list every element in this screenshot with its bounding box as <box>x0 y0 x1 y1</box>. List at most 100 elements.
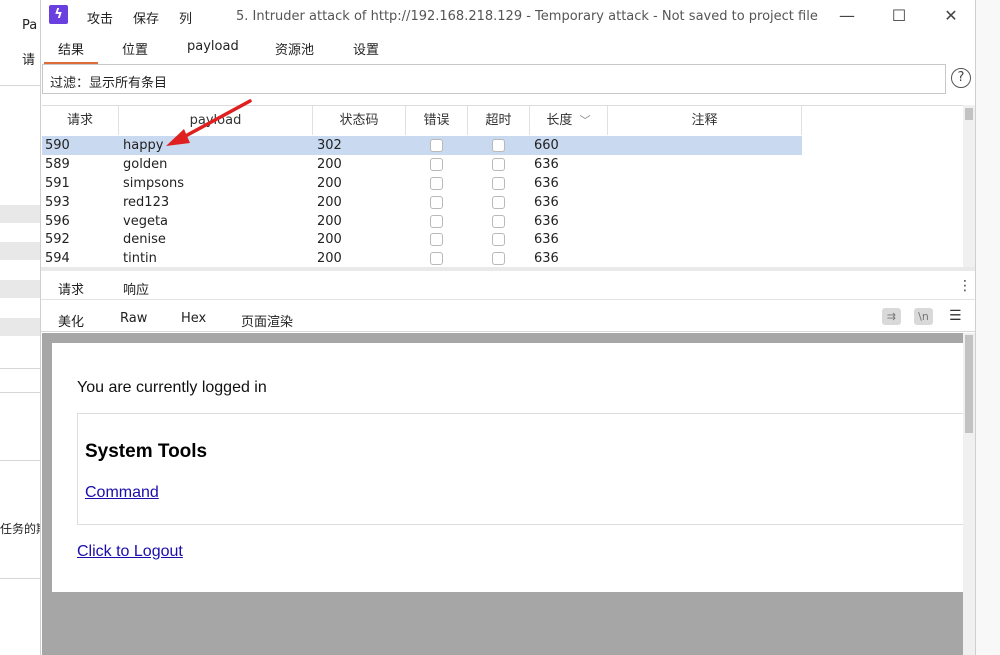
render-scrollbar[interactable] <box>963 333 975 655</box>
intruder-attack-window: ϟ 攻击 保存 列 5. Intruder attack of http://1… <box>40 0 976 655</box>
timeout-checkbox[interactable] <box>492 139 505 152</box>
scrollbar-thumb[interactable] <box>965 108 973 120</box>
command-link[interactable]: Command <box>85 484 159 502</box>
background-app: Pa 请 任务的期 <box>0 0 48 655</box>
system-tools-box: System Tools Command <box>77 413 963 525</box>
error-checkbox[interactable] <box>430 252 443 266</box>
cell-length: 636 <box>534 251 559 267</box>
table-row[interactable]: 594 tintin 200 636 <box>42 249 964 268</box>
error-checkbox[interactable] <box>430 214 443 228</box>
show-newlines-icon[interactable]: \n <box>914 308 933 325</box>
cell-status: 200 <box>317 156 342 172</box>
more-options-icon[interactable]: ⋮ <box>958 278 972 294</box>
background-text: Pa <box>22 18 38 33</box>
column-header-request[interactable]: 请求 <box>42 106 119 135</box>
background-row <box>0 205 40 223</box>
error-checkbox[interactable] <box>430 233 443 247</box>
background-app-right <box>976 0 1000 655</box>
column-header-error[interactable]: 错误 <box>406 106 468 135</box>
tab-pretty[interactable]: 美化 <box>58 311 84 330</box>
timeout-checkbox[interactable] <box>492 157 505 171</box>
scrollbar-thumb[interactable] <box>965 335 973 433</box>
burp-logo-icon: ϟ <box>49 5 68 24</box>
tab-settings[interactable]: 设置 <box>353 39 379 58</box>
tab-request[interactable]: 请求 <box>58 279 84 298</box>
main-tabs: 结果 位置 payload 资源池 设置 <box>41 33 975 64</box>
logout-link[interactable]: Click to Logout <box>77 543 183 561</box>
timeout-checkbox[interactable] <box>492 176 505 190</box>
minimize-button[interactable]: — <box>827 4 867 28</box>
error-checkbox[interactable] <box>430 139 443 152</box>
table-row[interactable]: 591 simpsons 200 636 <box>42 174 964 193</box>
cell-length: 660 <box>534 138 559 153</box>
tab-hex[interactable]: Hex <box>181 311 206 326</box>
cell-payload: denise <box>123 232 166 248</box>
timeout-checkbox[interactable] <box>492 252 505 266</box>
background-divider <box>0 85 40 86</box>
tab-resource-pool[interactable]: 资源池 <box>275 39 314 58</box>
background-divider <box>0 392 40 393</box>
tab-positions[interactable]: 位置 <box>122 39 148 58</box>
tab-render[interactable]: 页面渲染 <box>226 311 308 336</box>
timeout-checkbox[interactable] <box>492 214 505 228</box>
menu-columns[interactable]: 列 <box>179 8 192 27</box>
table-header: 请求 payload 状态码 错误 超时 长度 ﹀ 注释 <box>42 106 964 135</box>
cell-payload: red123 <box>123 194 170 210</box>
menu-attack[interactable]: 攻击 <box>87 8 113 27</box>
column-header-length[interactable]: 长度 ﹀ <box>530 106 608 135</box>
maximize-button[interactable]: ☐ <box>879 4 919 28</box>
background-row <box>0 242 40 260</box>
error-checkbox[interactable] <box>430 195 443 209</box>
table-row[interactable]: 593 red123 200 636 <box>42 193 964 212</box>
filter-label: 过滤：显示所有条目 <box>50 76 168 91</box>
background-row <box>0 318 40 336</box>
table-row[interactable]: 589 golden 200 636 <box>42 155 964 174</box>
cell-length: 636 <box>534 175 559 191</box>
cell-payload: golden <box>123 156 168 172</box>
rendered-page: You are currently logged in System Tools… <box>52 343 963 592</box>
response-view-tabs: 美化 Raw Hex 页面渲染 <box>41 301 975 336</box>
table-row[interactable]: 592 denise 200 636 <box>42 230 964 249</box>
timeout-checkbox[interactable] <box>492 233 505 247</box>
background-divider <box>0 368 40 369</box>
cell-status: 200 <box>317 232 342 248</box>
tab-response[interactable]: 响应 <box>108 279 164 304</box>
error-checkbox[interactable] <box>430 176 443 190</box>
cell-length: 636 <box>534 232 559 248</box>
cell-request: 592 <box>45 232 70 248</box>
cell-payload: simpsons <box>123 175 185 191</box>
timeout-checkbox[interactable] <box>492 195 505 209</box>
filter-bar[interactable]: 过滤：显示所有条目 <box>42 64 946 94</box>
column-header-timeout[interactable]: 超时 <box>468 106 530 135</box>
table-row[interactable]: 590 happy 302 660 <box>42 136 802 155</box>
background-divider <box>0 578 40 579</box>
close-button[interactable]: ✕ <box>931 4 971 28</box>
cell-payload: vegeta <box>123 213 169 229</box>
wrap-lines-icon[interactable]: ⇉ <box>882 308 901 325</box>
tab-raw[interactable]: Raw <box>120 311 147 326</box>
table-scrollbar[interactable] <box>963 105 975 267</box>
system-tools-heading: System Tools <box>85 441 208 462</box>
menu-icon[interactable]: ☰ <box>949 308 962 324</box>
cell-status: 302 <box>317 138 342 153</box>
cell-status: 200 <box>317 251 342 267</box>
table-row[interactable]: 596 vegeta 200 636 <box>42 212 964 231</box>
help-icon[interactable]: ? <box>951 68 971 88</box>
menu-save[interactable]: 保存 <box>133 8 159 27</box>
title-bar: ϟ 攻击 保存 列 5. Intruder attack of http://1… <box>41 0 975 33</box>
cell-status: 200 <box>317 175 342 191</box>
cell-length: 636 <box>534 194 559 210</box>
cell-status: 200 <box>317 194 342 210</box>
tab-results[interactable]: 结果 <box>43 39 99 64</box>
column-header-comment[interactable]: 注释 <box>608 106 802 135</box>
column-header-payload[interactable]: payload <box>119 106 313 135</box>
cell-status: 200 <box>317 213 342 229</box>
render-viewport: You are currently logged in System Tools… <box>42 333 963 655</box>
cell-payload: happy <box>123 138 164 153</box>
results-table: 请求 payload 状态码 错误 超时 长度 ﹀ 注释 590 happy 302… <box>42 105 964 268</box>
cell-length: 636 <box>534 156 559 172</box>
cell-payload: tintin <box>123 251 157 267</box>
column-header-status[interactable]: 状态码 <box>313 106 406 135</box>
tab-payloads[interactable]: payload <box>187 39 239 54</box>
error-checkbox[interactable] <box>430 157 443 171</box>
